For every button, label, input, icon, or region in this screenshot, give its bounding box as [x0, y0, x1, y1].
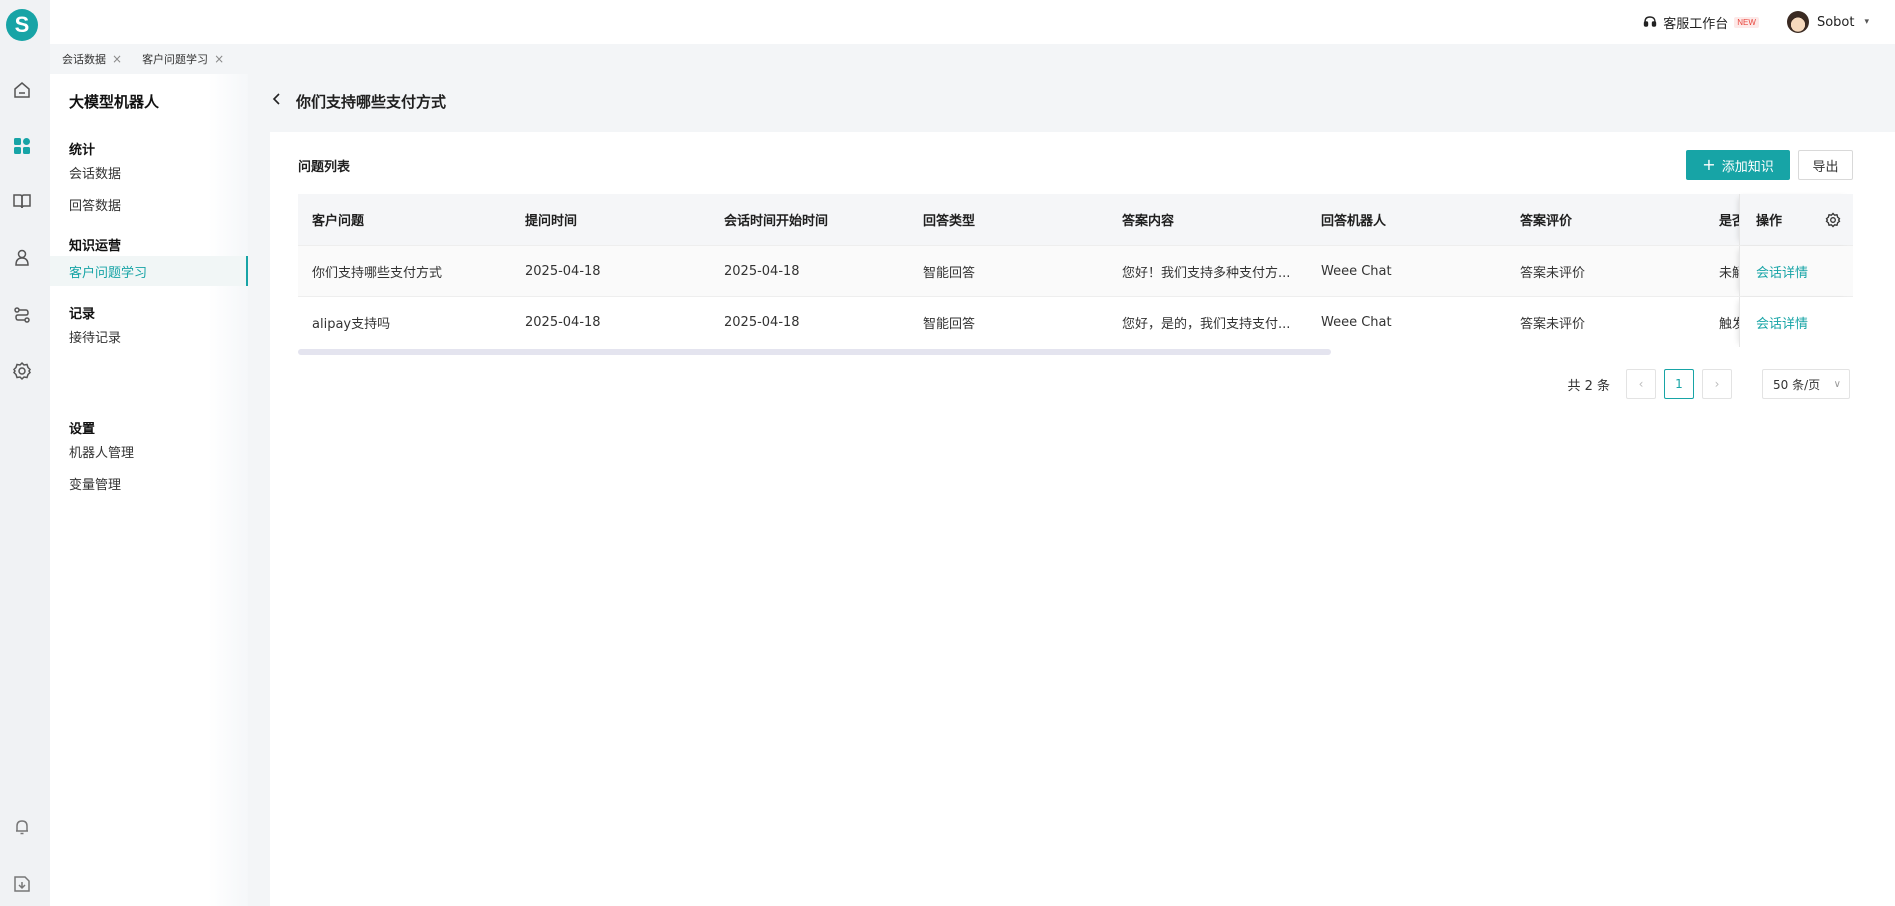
column-header: 会话时间开始时间 [724, 214, 829, 229]
answer-type-cell: 智能回答 [923, 316, 976, 332]
close-icon[interactable]: × [112, 52, 122, 66]
answer-cell: 您好！我们支持多种支付方... [1122, 265, 1291, 281]
top-right-area: 客服工作台 NEW Sobot ▾ [1643, 0, 1869, 44]
table-row[interactable]: 你们支持哪些支付方式 2025-04-18 2025-04-18 智能回答 您好… [298, 246, 1853, 297]
column-header: 是否 [1719, 214, 1739, 229]
pagination-total: 共 2 条 [1567, 378, 1610, 394]
ask-time-cell: 2025-04-18 [525, 263, 601, 279]
column-settings-icon[interactable] [1825, 212, 1841, 228]
chevron-down-icon: ∨ [1833, 378, 1841, 390]
scrollbar-thumb[interactable] [298, 349, 1331, 355]
sidebar-item-variable-management[interactable]: 变量管理 [50, 468, 248, 498]
session-start-cell: 2025-04-18 [724, 263, 800, 279]
flow-icon[interactable] [11, 304, 33, 326]
session-detail-link[interactable]: 会话详情 [1756, 262, 1808, 281]
tab-question-learning[interactable]: 客户问题学习 × [142, 51, 224, 67]
bell-icon[interactable] [11, 816, 33, 838]
column-header: 客户问题 [312, 214, 365, 229]
question-list-card: 问题列表 + 添加知识 导出 客户问题 提问时间 会话时间开始时间 回答类型 答… [270, 132, 1895, 906]
sidebar-item-question-learning[interactable]: 客户问题学习 [50, 256, 248, 286]
question-cell: 你们支持哪些支付方式 [312, 265, 443, 281]
nav-group-settings: 设置 [69, 422, 96, 437]
secondary-sidebar: 大模型机器人 统计 会话数据 回答数据 知识运营 客户问题学习 记录 接待记录 … [50, 74, 248, 906]
column-header: 回答类型 [923, 214, 976, 229]
question-table: 客户问题 提问时间 会话时间开始时间 回答类型 答案内容 回答机器人 答案评价 … [298, 194, 1853, 348]
robot-icon[interactable] [11, 247, 33, 269]
nav-group-records: 记录 [69, 307, 96, 322]
next-page-button[interactable]: › [1702, 369, 1732, 399]
question-cell: alipay支持吗 [312, 316, 391, 332]
column-header: 回答机器人 [1321, 214, 1387, 229]
chevron-left-icon: ‹ [1638, 377, 1644, 391]
answer-type-cell: 智能回答 [923, 265, 976, 281]
page-size-select[interactable]: 50 条/页 ∨ [1762, 369, 1850, 399]
back-arrow-icon[interactable] [270, 92, 284, 110]
workbench-link[interactable]: 客服工作台 NEW [1643, 13, 1759, 32]
prev-page-button[interactable]: ‹ [1626, 369, 1656, 399]
rating-cell: 答案未评价 [1520, 265, 1586, 281]
rating-cell: 答案未评价 [1520, 316, 1586, 332]
add-knowledge-label: 添加知识 [1721, 159, 1774, 175]
new-badge: NEW [1734, 16, 1759, 28]
settings-icon[interactable] [11, 360, 33, 382]
ask-time-cell: 2025-04-18 [525, 314, 601, 330]
sidebar-item-session-data[interactable]: 会话数据 [50, 157, 248, 187]
actions-cell: 会话详情 [1739, 246, 1853, 296]
card-title: 问题列表 [298, 160, 351, 175]
download-icon[interactable] [11, 873, 33, 895]
headset-icon [1644, 16, 1657, 27]
icon-rail: S [0, 0, 50, 906]
page-header: 你们支持哪些支付方式 [270, 88, 446, 114]
user-name[interactable]: Sobot [1817, 15, 1855, 30]
user-avatar[interactable] [1786, 11, 1809, 33]
answer-cell: 您好，是的，我们支持支付... [1122, 316, 1291, 332]
actions-column-header: 操作 [1739, 194, 1853, 245]
close-icon[interactable]: × [214, 52, 224, 66]
page-size-value: 50 条/页 [1773, 377, 1821, 392]
nav-group-stats: 统计 [69, 143, 96, 158]
robot-cell: Weee Chat [1321, 314, 1392, 330]
tab-label: 客户问题学习 [142, 53, 209, 66]
page-title: 你们支持哪些支付方式 [296, 92, 447, 111]
nav-group-knowledge-ops: 知识运营 [69, 239, 122, 254]
page-number-button[interactable]: 1 [1664, 369, 1694, 399]
column-header: 提问时间 [525, 214, 578, 229]
flag-cell: 未解 [1719, 265, 1739, 281]
add-knowledge-button[interactable]: + 添加知识 [1686, 150, 1790, 180]
home-icon[interactable] [11, 79, 33, 101]
sidebar-title: 大模型机器人 [69, 93, 160, 111]
dashboard-icon[interactable] [11, 135, 33, 157]
sidebar-item-answer-data[interactable]: 回答数据 [50, 189, 248, 219]
tab-label: 会话数据 [62, 53, 106, 66]
caret-down-icon[interactable]: ▾ [1864, 17, 1869, 27]
sidebar-item-robot-management[interactable]: 机器人管理 [50, 436, 248, 466]
book-icon[interactable] [11, 190, 33, 212]
top-bar: 客服工作台 NEW Sobot ▾ [50, 0, 1895, 44]
sidebar-item-reception-records[interactable]: 接待记录 [50, 321, 248, 351]
horizontal-scrollbar[interactable] [298, 347, 1853, 355]
plus-icon: + [1702, 155, 1716, 174]
app-logo[interactable]: S [6, 9, 38, 41]
tab-session-data[interactable]: 会话数据 × [62, 51, 122, 67]
session-detail-link[interactable]: 会话详情 [1756, 313, 1808, 332]
robot-cell: Weee Chat [1321, 263, 1392, 279]
session-start-cell: 2025-04-18 [724, 314, 800, 330]
column-header: 答案内容 [1122, 214, 1175, 229]
column-header: 操作 [1756, 214, 1783, 229]
table-row[interactable]: alipay支持吗 2025-04-18 2025-04-18 智能回答 您好，… [298, 297, 1853, 348]
tab-strip: 会话数据 × 客户问题学习 × [50, 44, 1895, 74]
actions-cell: 会话详情 [1739, 297, 1853, 347]
pagination: 共 2 条 ‹ 1 › 50 条/页 ∨ [1567, 369, 1850, 399]
export-button[interactable]: 导出 [1798, 150, 1853, 180]
table-header: 客户问题 提问时间 会话时间开始时间 回答类型 答案内容 回答机器人 答案评价 … [298, 194, 1853, 246]
column-header: 答案评价 [1520, 214, 1573, 229]
flag-cell: 触发 [1719, 316, 1739, 332]
chevron-right-icon: › [1714, 377, 1720, 391]
workbench-label: 客服工作台 [1663, 16, 1729, 32]
